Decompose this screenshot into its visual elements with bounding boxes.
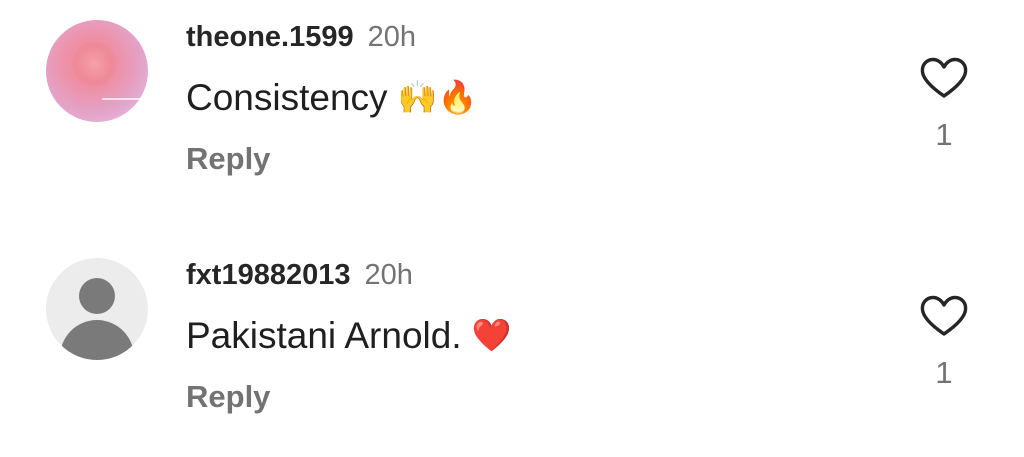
comment-header: fxt19882013 20h (186, 258, 413, 292)
username-link[interactable]: theone.1599 (186, 21, 354, 53)
like-count: 1 (935, 355, 953, 390)
like-count: 1 (935, 117, 953, 152)
avatar[interactable] (46, 258, 148, 360)
comment-text: Pakistani Arnold. ❤️ (186, 312, 512, 359)
like-button[interactable] (918, 294, 970, 338)
fire-emoji: 🔥 (437, 78, 478, 116)
comment-timestamp: 20h (367, 21, 417, 53)
heart-outline-icon (920, 57, 968, 98)
person-silhouette-body (60, 320, 134, 360)
like-button[interactable] (918, 56, 970, 100)
avatar-photo-detail (72, 42, 116, 86)
avatar[interactable] (46, 20, 148, 122)
heart-outline-icon (920, 295, 968, 336)
comment-item: fxt19882013 20h Pakistani Arnold. ❤️ Repl… (0, 250, 1024, 450)
raising-hands-emoji: 🙌 (397, 78, 438, 116)
comment-item: theone.1599 20h Consistency 🙌🔥 Reply 1 (0, 12, 1024, 212)
username-link[interactable]: fxt19882013 (186, 259, 350, 291)
comment-body: Pakistani Arnold. (186, 315, 462, 356)
comment-text: Consistency 🙌🔥 (186, 74, 478, 121)
avatar-photo-detail (102, 98, 148, 100)
person-silhouette-icon (79, 278, 115, 314)
red-heart-emoji: ❤️ (471, 316, 512, 354)
comment-body: Consistency (186, 77, 388, 118)
comment-header: theone.1599 20h (186, 20, 416, 54)
reply-button[interactable]: Reply (186, 140, 270, 178)
comment-timestamp: 20h (364, 259, 413, 291)
reply-button[interactable]: Reply (186, 378, 270, 416)
